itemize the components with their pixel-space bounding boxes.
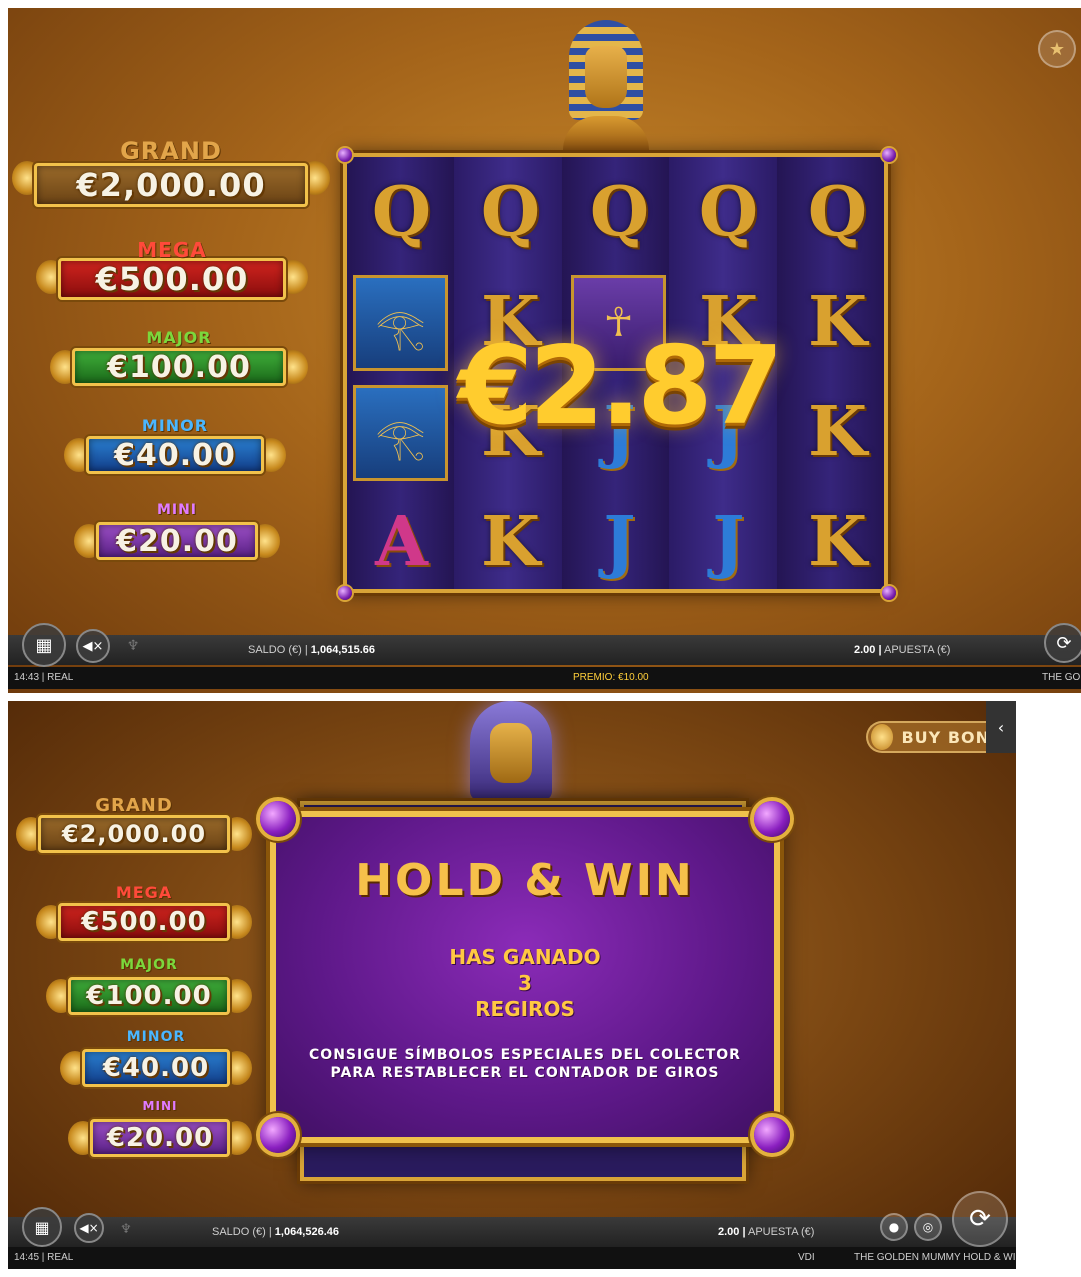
reel-symbol-j: J xyxy=(603,502,636,582)
jackpot-major: €100.00 MAJOR xyxy=(46,957,252,1019)
jackpot-label: MAJOR xyxy=(120,957,178,973)
jackpot-value: €500.00 xyxy=(95,260,249,298)
reel-symbol-j: J xyxy=(712,502,745,582)
turbo-icon[interactable]: ◎ xyxy=(914,1213,942,1241)
reel-symbol-q: Q xyxy=(807,172,868,252)
hold-and-win-dialog[interactable]: HOLD & WIN HAS GANADO 3 REGIROS CONSIGUE… xyxy=(260,801,790,1153)
reel-symbol-k: K xyxy=(807,502,868,582)
autoplay-icon[interactable]: ● xyxy=(880,1213,908,1241)
dialog-subtext-2: PARA RESTABLECER EL CONTADOR DE GIROS xyxy=(330,1065,720,1081)
bet-display[interactable]: 2.00 | APUESTA (€) xyxy=(854,644,950,656)
reel-symbol-k: K xyxy=(807,282,868,362)
jackpot-mini: €20.00 MINI xyxy=(68,1099,252,1161)
session-time: 14:43 | REAL xyxy=(14,672,74,683)
reel-symbol-q: Q xyxy=(698,172,759,252)
jackpot-value: €100.00 xyxy=(86,981,212,1011)
info-bar: 14:43 | REAL PREMIO: €10.00 THE GOL xyxy=(8,667,1081,689)
jackpot-value: €2,000.00 xyxy=(61,820,207,848)
buy-bonus-button[interactable]: BUY BONU xyxy=(866,721,1006,753)
jackpot-label: MAJOR xyxy=(146,328,212,347)
dialog-subtext-1: CONSIGUE SÍMBOLOS ESPECIALES DEL COLECTO… xyxy=(309,1047,741,1063)
balance-display: SALDO (€) | 1,064,526.46 xyxy=(212,1226,339,1238)
jackpot-label: GRAND xyxy=(120,137,222,165)
jackpot-label: MEGA xyxy=(137,238,207,262)
info-bar: 14:45 | REAL VDI THE GOLDEN MUMMY HOLD &… xyxy=(8,1247,1016,1269)
collapse-panel-icon[interactable]: ‹ xyxy=(986,701,1016,753)
gem-icon xyxy=(754,1117,790,1153)
balance-label: SALDO (€) | xyxy=(212,1226,272,1238)
jackpot-label: MINI xyxy=(142,1099,178,1113)
coin-icon xyxy=(871,724,894,750)
jackpot-value: €2,000.00 xyxy=(76,166,266,204)
speaker-muted-icon[interactable]: ◀× xyxy=(76,629,110,663)
spin-icon[interactable]: ⟳ xyxy=(952,1191,1008,1247)
jackpot-value: €20.00 xyxy=(106,1123,214,1153)
jackpot-mega: €500.00 MEGA xyxy=(36,883,252,945)
prize-display: PREMIO: €10.00 xyxy=(573,672,649,683)
dialog-line-respins: REGIROS xyxy=(475,997,575,1021)
jackpot-major: €100.00 MAJOR xyxy=(50,328,308,390)
gem-icon xyxy=(754,801,790,837)
jackpot-value: €20.00 xyxy=(116,523,238,559)
jackpot-value: €40.00 xyxy=(114,437,236,473)
jackpot-grand: €2,000.00 GRAND xyxy=(16,795,252,857)
win-amount: €2.87 xyxy=(458,324,784,449)
grid-menu-icon[interactable]: ▦ xyxy=(22,623,66,667)
trophy-icon[interactable]: ♆ xyxy=(120,633,146,659)
status-text: VDI xyxy=(798,1252,815,1263)
star-icon[interactable]: ★ xyxy=(1038,30,1076,68)
spin-icon[interactable]: ⟳ xyxy=(1044,623,1081,663)
balance-label: SALDO (€) | xyxy=(248,644,308,656)
reel-symbol-q: Q xyxy=(589,172,650,252)
reel-symbol-k: K xyxy=(480,502,541,582)
dialog-line-won: HAS GANADO xyxy=(449,945,601,969)
bet-value: 2.00 | xyxy=(854,644,882,656)
jackpot-mega: €500.00 MEGA xyxy=(36,238,308,300)
pharaoh-mask-icon xyxy=(563,20,649,150)
control-bar: ▦ ◀× ♆ SALDO (€) | 1,064,515.66 2.00 | A… xyxy=(8,623,1081,667)
jackpot-label: MINI xyxy=(156,502,198,518)
jackpot-mini: €20.00 MINI xyxy=(74,502,280,564)
bet-display[interactable]: 2.00 | APUESTA (€) xyxy=(718,1226,814,1238)
reel-symbol-q: Q xyxy=(480,172,541,252)
jackpot-minor: €40.00 MINOR xyxy=(64,416,286,478)
grid-menu-icon[interactable]: ▦ xyxy=(22,1207,62,1247)
balance-display: SALDO (€) | 1,064,515.66 xyxy=(248,644,375,656)
eye-of-horus-symbol: 𓂀 xyxy=(353,275,448,371)
jackpot-label: MEGA xyxy=(115,883,173,902)
speaker-muted-icon[interactable]: ◀× xyxy=(74,1213,104,1243)
jackpot-value: €100.00 xyxy=(107,349,251,385)
bet-value: 2.00 | xyxy=(718,1226,746,1238)
jackpot-grand: €2,000.00 GRAND xyxy=(12,137,330,207)
bet-label: APUESTA (€) xyxy=(748,1226,815,1238)
jackpot-minor: €40.00 MINOR xyxy=(60,1029,252,1091)
eye-of-horus-symbol: 𓂀 xyxy=(353,385,448,481)
reel-symbol-a: A xyxy=(375,502,428,582)
trophy-icon[interactable]: ♆ xyxy=(114,1217,138,1241)
game-name: THE GOL xyxy=(1042,672,1081,683)
bet-label: APUESTA (€) xyxy=(884,644,951,656)
game-screen-win: ★ €2,000.00 GRAND €500.00 MEGA €100.00 M… xyxy=(8,8,1081,693)
jackpot-value: €40.00 xyxy=(102,1053,210,1083)
gem-icon xyxy=(260,1117,296,1153)
game-screen-hold-and-win: BUY BONU ‹ €2,000.00 GRAND €500.00 MEGA … xyxy=(8,701,1016,1269)
control-bar: ▦ ◀× ♆ SALDO (€) | 1,064,526.46 2.00 | A… xyxy=(8,1191,1016,1247)
gem-icon xyxy=(260,801,296,837)
session-time: 14:45 | REAL xyxy=(14,1252,74,1263)
mummy-icon xyxy=(470,701,552,801)
reel-symbol-q: Q xyxy=(371,172,432,252)
balance-value: 1,064,526.46 xyxy=(274,1226,340,1238)
jackpot-label: MINOR xyxy=(126,1029,186,1045)
reel-symbol-k: K xyxy=(807,392,868,472)
jackpot-value: €500.00 xyxy=(81,907,207,937)
dialog-title: HOLD & WIN xyxy=(355,855,695,906)
jackpot-label: GRAND xyxy=(95,795,173,816)
jackpot-label: MINOR xyxy=(141,416,209,435)
game-name: THE GOLDEN MUMMY HOLD & WIN xyxy=(854,1252,1016,1263)
dialog-respin-count: 3 xyxy=(518,971,532,995)
balance-value: 1,064,515.66 xyxy=(310,644,376,656)
